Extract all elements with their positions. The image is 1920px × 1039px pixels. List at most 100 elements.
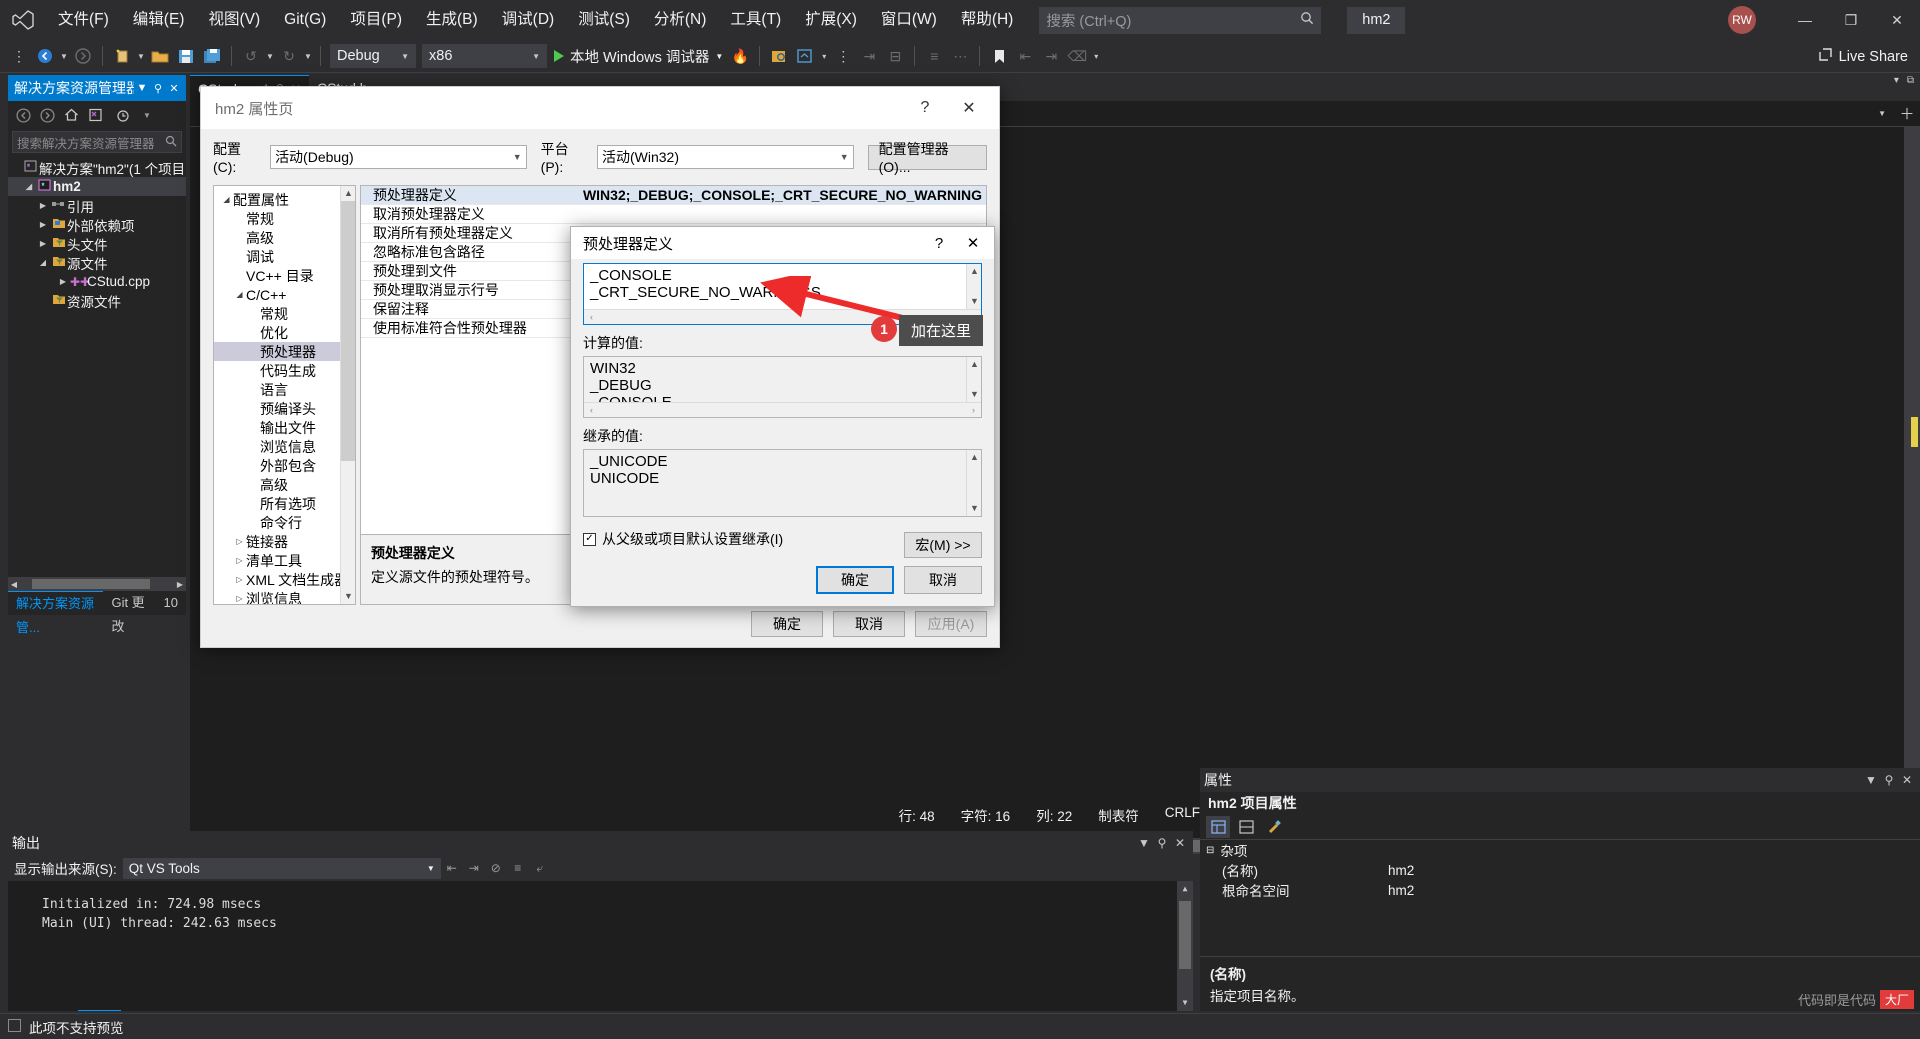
hot-reload-icon[interactable]: 🔥	[727, 43, 753, 69]
pin-icon[interactable]: ⚲	[1880, 773, 1898, 787]
category-optimization[interactable]: 优化	[214, 323, 355, 342]
scroll-down-icon[interactable]: ▼	[1177, 995, 1193, 1011]
category-precompiled-headers[interactable]: 预编译头	[214, 399, 355, 418]
project-name-chip[interactable]: hm2	[1347, 6, 1406, 34]
category-linker[interactable]: ▷ 链接器	[214, 532, 355, 551]
preprocessor-cancel-button[interactable]: 取消	[904, 566, 982, 594]
toolbar-overflow-2-icon[interactable]: ▾	[1090, 52, 1102, 61]
home-icon[interactable]	[60, 104, 82, 126]
category-c-cpp[interactable]: ◢ C/C++	[214, 285, 355, 304]
output-text-area[interactable]: Initialized in: 724.98 msecs Main (UI) t…	[8, 881, 1193, 1011]
navigate-back-dropdown-icon[interactable]: ▼	[58, 52, 70, 61]
category-browse-info[interactable]: 浏览信息	[214, 437, 355, 456]
expander-icon[interactable]: ◢	[233, 290, 246, 299]
expander-icon[interactable]: ▶	[36, 220, 50, 229]
menu-tools[interactable]: 工具(T)	[718, 0, 793, 40]
category-advanced[interactable]: 高级	[214, 228, 355, 247]
add-split-icon[interactable]: ＋	[1894, 103, 1920, 124]
scrollbar-thumb[interactable]	[32, 579, 150, 589]
computed-values-hscrollbar[interactable]: ‹ ›	[584, 402, 981, 417]
menu-help[interactable]: 帮助(H)	[949, 0, 1026, 40]
property-value[interactable]: hm2	[1388, 883, 1414, 898]
menu-git[interactable]: Git(G)	[272, 0, 338, 40]
close-button[interactable]: ✕	[1874, 0, 1920, 40]
tab-list-icon[interactable]: ▾	[1894, 75, 1899, 86]
category-c-advanced[interactable]: 高级	[214, 475, 355, 494]
tab-extra[interactable]: 10	[156, 591, 186, 615]
close-icon[interactable]: ✕	[956, 230, 990, 256]
scroll-left-icon[interactable]: ‹	[584, 312, 599, 322]
menu-project[interactable]: 项目(P)	[338, 0, 414, 40]
platform-combo[interactable]: 活动(Win32) ▼	[597, 145, 854, 169]
output-settings-icon[interactable]: ⤶	[529, 857, 551, 879]
chevron-down-icon[interactable]: ▼	[715, 52, 723, 61]
scroll-down-icon[interactable]: ▼	[967, 387, 982, 402]
scrollbar-thumb[interactable]	[340, 201, 355, 461]
category-external-includes[interactable]: 外部包含	[214, 456, 355, 475]
menu-window[interactable]: 窗口(W)	[869, 0, 949, 40]
bookmark-icon[interactable]	[986, 43, 1012, 69]
solution-platform-combo[interactable]: x86 ▼	[422, 44, 547, 68]
property-row-namespace[interactable]: 根命名空间 hm2	[1200, 880, 1920, 900]
property-pages-apply-button[interactable]: 应用(A)	[915, 611, 987, 637]
scroll-down-icon[interactable]: ▼	[967, 501, 982, 516]
pending-changes-icon[interactable]	[84, 104, 106, 126]
expander-icon[interactable]: ◢	[36, 258, 50, 267]
configuration-combo[interactable]: 活动(Debug) ▼	[270, 145, 527, 169]
property-pages-icon[interactable]	[1262, 816, 1286, 838]
pin-icon[interactable]: ⚲	[1153, 836, 1171, 850]
tree-item-external-deps[interactable]: ▶ 外部依赖项	[8, 215, 186, 234]
live-share-button[interactable]: Live Share	[1818, 40, 1908, 73]
property-category-tree[interactable]: ◢ 配置属性 常规 高级 调试 VC++ 目录 ◢ C/C++ 常规 优化 预处…	[213, 185, 356, 605]
scroll-right-icon[interactable]: ▶	[174, 580, 186, 589]
hot-reload-home-icon[interactable]	[792, 43, 818, 69]
menu-edit[interactable]: 编辑(E)	[121, 0, 197, 40]
category-general[interactable]: 常规	[214, 209, 355, 228]
comment-icon[interactable]: ⊟	[882, 43, 908, 69]
clear-bookmarks-icon[interactable]: ⌫	[1064, 43, 1090, 69]
property-pages-ok-button[interactable]: 确定	[751, 611, 823, 637]
output-clear-icon[interactable]: ⊘	[485, 857, 507, 879]
history-icon[interactable]	[112, 104, 134, 126]
scroll-up-icon[interactable]: ▲	[967, 450, 982, 465]
property-value[interactable]: hm2	[1388, 863, 1414, 878]
preprocessor-edit-vscrollbar[interactable]: ▲ ▼	[966, 264, 981, 309]
category-vcpp-directories[interactable]: VC++ 目录	[214, 266, 355, 285]
category-tree-scrollbar[interactable]: ▲ ▼	[339, 186, 355, 604]
redo-dropdown-icon[interactable]: ▼	[302, 52, 314, 61]
solution-search-input[interactable]: 搜索解决方案资源管理器	[12, 131, 182, 153]
scrollbar-thumb[interactable]	[1179, 901, 1191, 969]
live-preview-icon[interactable]	[766, 43, 792, 69]
categorized-view-icon[interactable]	[1206, 815, 1230, 838]
avatar[interactable]: RW	[1728, 6, 1756, 34]
minimize-button[interactable]: —	[1782, 0, 1828, 40]
category-command-line[interactable]: 命令行	[214, 513, 355, 532]
undo-icon[interactable]: ↺	[238, 43, 264, 69]
computed-values-vscrollbar[interactable]: ▲ ▼	[966, 357, 981, 402]
solution-config-combo[interactable]: Debug ▼	[330, 44, 416, 68]
tree-item-source-files[interactable]: ◢ 源文件	[8, 253, 186, 272]
scroll-up-icon[interactable]: ▲	[967, 264, 982, 279]
category-language[interactable]: 语言	[214, 380, 355, 399]
category-c-general[interactable]: 常规	[214, 304, 355, 323]
close-icon[interactable]: ✕	[1898, 773, 1916, 787]
expander-icon[interactable]: ▶	[36, 239, 50, 248]
undo-dropdown-icon[interactable]: ▼	[264, 52, 276, 61]
category-xml-doc-generator[interactable]: ▷ XML 文档生成器	[214, 570, 355, 589]
close-icon[interactable]: ✕	[166, 82, 182, 95]
indent-icon[interactable]: ⇥	[856, 43, 882, 69]
property-row-preprocessor-definitions[interactable]: 预处理器定义 WIN32;_DEBUG;_CONSOLE;_CRT_SECURE…	[360, 186, 986, 205]
open-file-icon[interactable]	[147, 43, 173, 69]
forward-icon[interactable]	[36, 104, 58, 126]
menu-extensions[interactable]: 扩展(X)	[793, 0, 869, 40]
category-output-files[interactable]: 输出文件	[214, 418, 355, 437]
scroll-up-icon[interactable]: ▲	[967, 357, 982, 372]
tree-item-header-files[interactable]: ▶ 头文件	[8, 234, 186, 253]
preprocessor-ok-button[interactable]: 确定	[816, 566, 894, 594]
menu-analyze[interactable]: 分析(N)	[642, 0, 719, 40]
tree-item-cstud-cpp[interactable]: ▶ ✚✚ CStud.cpp	[8, 272, 186, 291]
scroll-up-icon[interactable]: ▲	[341, 186, 355, 201]
expander-icon[interactable]: ▶	[36, 201, 50, 210]
navigate-forward-icon[interactable]	[70, 43, 96, 69]
menu-test[interactable]: 测试(S)	[566, 0, 642, 40]
